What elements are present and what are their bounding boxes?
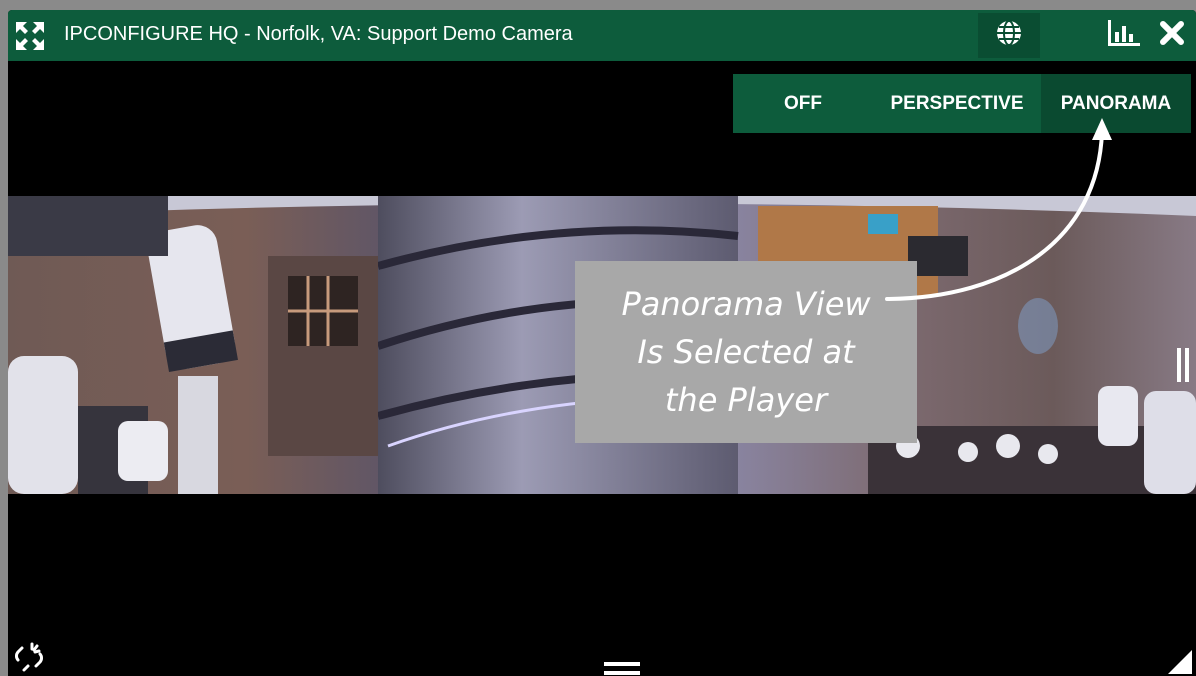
window-title: IPCONFIGURE HQ - Norfolk, VA: Support De… bbox=[64, 23, 573, 45]
close-icon bbox=[1159, 20, 1185, 51]
camera-player-window: IPCONFIGURE HQ - Norfolk, VA: Support De… bbox=[8, 10, 1196, 676]
mode-perspective-button[interactable]: PERSPECTIVE bbox=[873, 74, 1041, 133]
callout-line-2: Is Selected at bbox=[637, 333, 855, 371]
callout-line-3: the Player bbox=[664, 381, 828, 419]
close-button[interactable] bbox=[1152, 13, 1192, 58]
callout-line-1: Panorama View bbox=[621, 285, 871, 323]
unlink-icon bbox=[12, 642, 46, 676]
annotation-callout: Panorama View Is Selected at the Player bbox=[575, 261, 917, 443]
expand-arrows-icon[interactable] bbox=[16, 22, 44, 50]
resize-handle[interactable] bbox=[1168, 650, 1192, 674]
unlink-button[interactable] bbox=[12, 640, 46, 674]
bar-chart-icon bbox=[1106, 20, 1140, 51]
resize-corner-icon bbox=[1168, 650, 1192, 676]
pause-icon bbox=[1175, 348, 1191, 386]
view-mode-selector: OFF PERSPECTIVE PANORAMA bbox=[733, 74, 1191, 133]
globe-button[interactable] bbox=[978, 13, 1040, 58]
globe-icon bbox=[995, 19, 1023, 52]
title-bar: IPCONFIGURE HQ - Norfolk, VA: Support De… bbox=[8, 10, 1196, 61]
stats-button[interactable] bbox=[1100, 13, 1146, 58]
hamburger-icon bbox=[604, 662, 640, 676]
mode-off-button[interactable]: OFF bbox=[733, 74, 873, 133]
menu-handle[interactable] bbox=[604, 660, 640, 676]
pause-button[interactable] bbox=[1175, 348, 1191, 382]
mode-panorama-button[interactable]: PANORAMA bbox=[1041, 74, 1191, 133]
